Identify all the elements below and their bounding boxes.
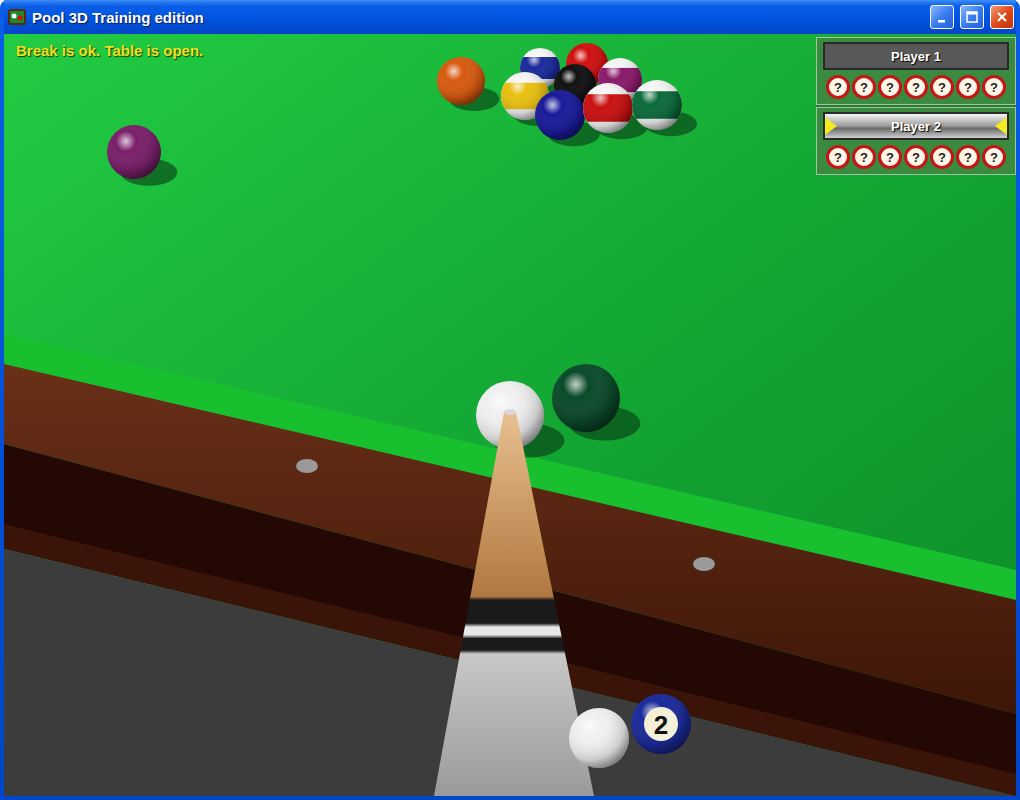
unknown-ball: ?	[852, 145, 876, 169]
app-window: Pool 3D Training edition 2 Break is ok. Ta…	[0, 0, 1020, 800]
pool-ball	[437, 57, 499, 111]
unknown-ball: ?	[826, 75, 850, 99]
maximize-icon	[965, 10, 979, 24]
unknown-ball: ?	[982, 75, 1006, 99]
cue-tip	[504, 409, 516, 415]
pool-app-icon	[8, 8, 26, 26]
player-section: Player 2???????	[816, 107, 1016, 175]
ball-in-hand: 2	[569, 694, 691, 768]
unknown-ball: ?	[982, 145, 1006, 169]
player-name: Player 1	[823, 42, 1009, 70]
close-icon	[995, 10, 1009, 24]
svg-text:2: 2	[654, 710, 668, 740]
player-name: Player 2	[823, 112, 1009, 140]
unknown-ball: ?	[878, 75, 902, 99]
player-balls: ???????	[826, 75, 1006, 99]
close-button[interactable]	[990, 5, 1014, 29]
unknown-ball: ?	[878, 145, 902, 169]
rail-diamond	[693, 557, 715, 571]
unknown-ball: ?	[852, 75, 876, 99]
turn-right-icon	[995, 117, 1007, 135]
unknown-ball: ?	[956, 75, 980, 99]
unknown-ball: ?	[826, 145, 850, 169]
pool-ball	[107, 125, 177, 186]
title-bar[interactable]: Pool 3D Training edition	[4, 0, 1016, 34]
rail-diamond	[296, 459, 318, 473]
status-message: Break is ok. Table is open.	[16, 42, 203, 59]
table-felt	[4, 34, 1016, 796]
minimize-icon	[935, 10, 949, 24]
unknown-ball: ?	[930, 145, 954, 169]
maximize-button[interactable]	[960, 5, 984, 29]
minimize-button[interactable]	[930, 5, 954, 29]
unknown-ball: ?	[904, 75, 928, 99]
window-title: Pool 3D Training edition	[32, 9, 924, 26]
unknown-ball: ?	[904, 145, 928, 169]
unknown-ball: ?	[956, 145, 980, 169]
pool-ball	[552, 364, 640, 441]
player-panel: Player 1???????Player 2???????	[816, 37, 1016, 175]
pool-ball	[632, 80, 697, 136]
unknown-ball: ?	[930, 75, 954, 99]
game-canvas[interactable]: 2 Break is ok. Table is open. Player 1????…	[4, 34, 1016, 796]
player-section: Player 1???????	[816, 37, 1016, 105]
turn-left-icon	[825, 117, 837, 135]
player-balls: ???????	[826, 145, 1006, 169]
